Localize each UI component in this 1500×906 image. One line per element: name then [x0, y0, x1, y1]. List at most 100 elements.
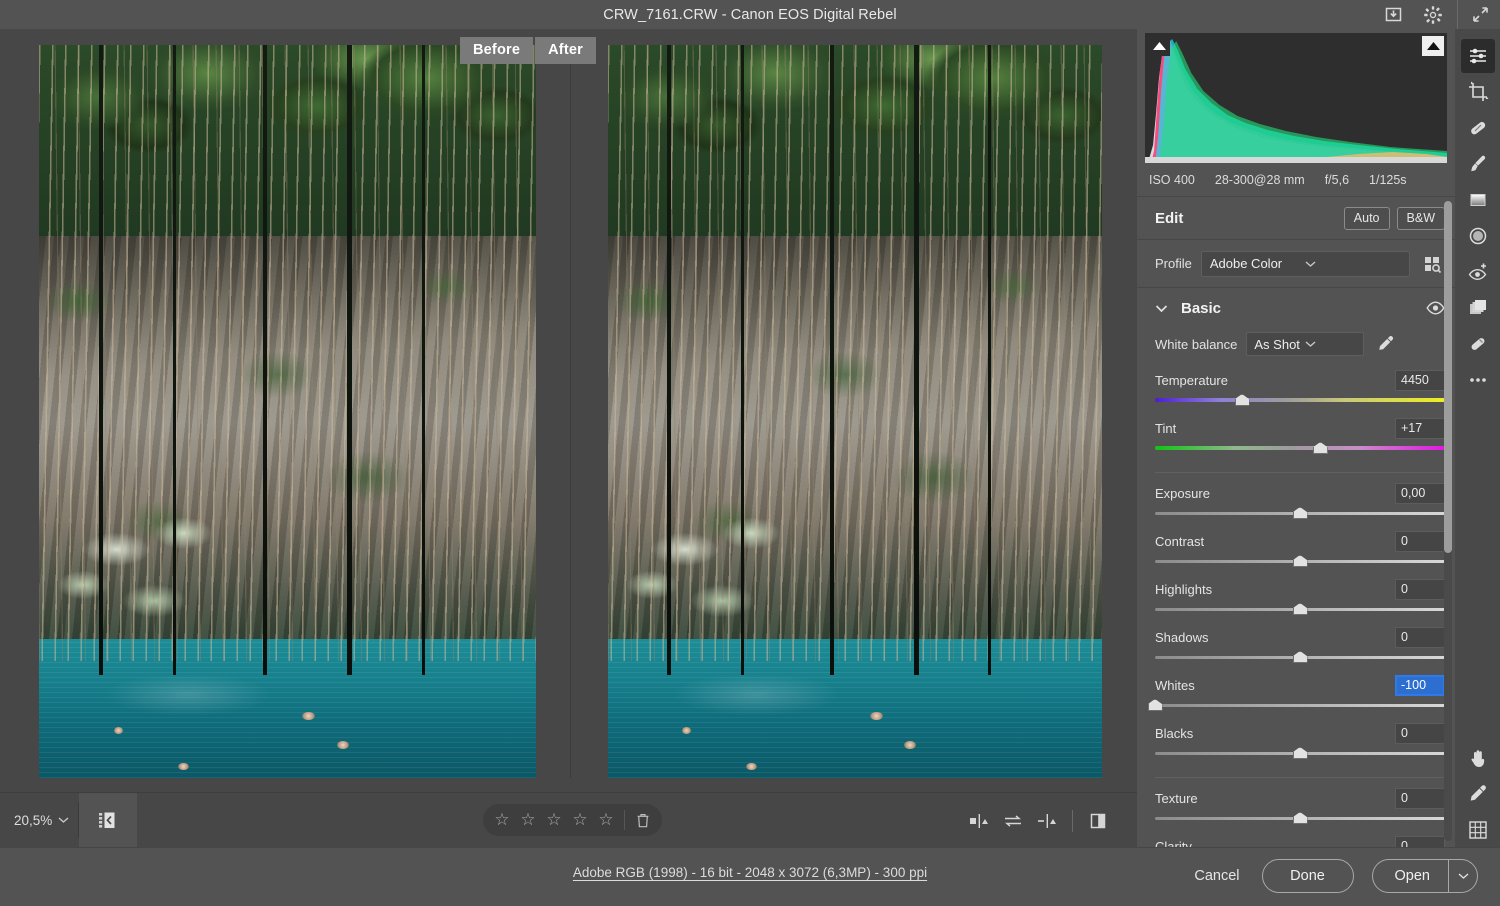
slider-handle[interactable]: [1293, 747, 1308, 759]
slider-value[interactable]: +17: [1395, 418, 1445, 439]
more-options-icon[interactable]: [1461, 363, 1495, 397]
slider-track[interactable]: [1155, 810, 1445, 826]
star-rating-4[interactable]: ☆: [567, 810, 593, 830]
edit-panel-header: Edit Auto B&W: [1137, 197, 1455, 240]
toolbar-divider: [1072, 810, 1073, 832]
star-rating-1[interactable]: ☆: [489, 810, 515, 830]
slider-handle[interactable]: [1313, 442, 1328, 454]
slider-handle[interactable]: [1293, 507, 1308, 519]
after-label: After: [535, 37, 596, 64]
slider-value[interactable]: 0: [1395, 531, 1445, 552]
open-button-group[interactable]: Open: [1372, 859, 1478, 893]
image-canvas[interactable]: Before After: [0, 29, 1137, 792]
slider-label: Exposure: [1155, 486, 1395, 501]
eye-icon[interactable]: [1426, 301, 1445, 315]
white-balance-value: As Shot: [1254, 337, 1305, 352]
wb-sliders: Temperature 4450 Tint +17: [1155, 369, 1445, 456]
chevron-down-icon[interactable]: [1449, 860, 1477, 892]
red-eye-icon[interactable]: [1461, 255, 1495, 289]
slider-track[interactable]: [1155, 745, 1445, 761]
slider-handle[interactable]: [1293, 812, 1308, 824]
slider-value[interactable]: 0: [1395, 836, 1445, 848]
presets-icon[interactable]: [1461, 327, 1495, 361]
exif-shutter: 1/125s: [1369, 173, 1407, 187]
title-bar: CRW_7161.CRW - Canon EOS Digital Rebel: [0, 0, 1500, 29]
before-image[interactable]: [39, 45, 536, 778]
bw-button[interactable]: B&W: [1397, 207, 1445, 230]
slider-value[interactable]: 0: [1395, 723, 1445, 744]
slider-exposure: Exposure 0,00: [1155, 482, 1445, 521]
slider-handle[interactable]: [1148, 699, 1163, 711]
tone-sliders: Exposure 0,00 Contrast 0: [1155, 482, 1445, 761]
slider-gradient-bar: [1155, 398, 1445, 402]
star-rating-2[interactable]: ☆: [515, 810, 541, 830]
cancel-button[interactable]: Cancel: [1190, 862, 1243, 890]
filmstrip-toggle-icon[interactable]: [79, 793, 137, 848]
star-rating-5[interactable]: ☆: [593, 810, 619, 830]
slider-track[interactable]: [1155, 553, 1445, 569]
slider-track[interactable]: [1155, 392, 1445, 408]
hand-tool-icon[interactable]: [1461, 741, 1495, 775]
chevron-down-icon[interactable]: [1155, 304, 1168, 313]
slider-track[interactable]: [1155, 697, 1445, 713]
fullscreen-icon[interactable]: [1460, 0, 1500, 29]
slider-handle[interactable]: [1235, 394, 1250, 406]
grid-overlay-icon[interactable]: [1461, 813, 1495, 847]
panel-scrollbar-thumb[interactable]: [1444, 201, 1452, 553]
eyedropper-icon[interactable]: [1373, 331, 1399, 357]
slider-track[interactable]: [1155, 601, 1445, 617]
profile-browser-grid-icon[interactable]: [1419, 251, 1445, 277]
snapshots-icon[interactable]: [1461, 291, 1495, 325]
masking-brush-icon[interactable]: [1461, 147, 1495, 181]
crop-icon[interactable]: [1461, 75, 1495, 109]
slider-value[interactable]: 4450: [1395, 370, 1445, 391]
edit-sliders-icon[interactable]: [1461, 39, 1495, 73]
panel-scrollbar[interactable]: [1444, 201, 1452, 841]
slider-label: Contrast: [1155, 534, 1395, 549]
open-button[interactable]: Open: [1373, 860, 1448, 892]
zoom-level-control[interactable]: 20,5%: [0, 813, 78, 828]
before-after-divider: [570, 45, 571, 778]
before-after-split-icon[interactable]: [1030, 793, 1064, 848]
slider-value[interactable]: 0: [1395, 579, 1445, 600]
histogram[interactable]: [1145, 33, 1447, 163]
eyedropper-tool-icon[interactable]: [1461, 777, 1495, 811]
presence-sliders: Texture 0 Clarity 0: [1155, 787, 1445, 847]
profile-select[interactable]: Adobe Color: [1201, 251, 1410, 277]
slider-value[interactable]: -100: [1395, 675, 1445, 696]
radial-filter-icon[interactable]: [1461, 219, 1495, 253]
slider-value[interactable]: 0,00: [1395, 483, 1445, 504]
gear-icon[interactable]: [1413, 0, 1453, 29]
after-image[interactable]: [608, 45, 1102, 778]
spot-removal-icon[interactable]: [1461, 111, 1495, 145]
image-info-link[interactable]: Adobe RGB (1998) - 16 bit - 2048 x 3072 …: [573, 865, 927, 880]
slider-track[interactable]: [1155, 440, 1445, 456]
shadow-clipping-triangle[interactable]: [1148, 36, 1170, 56]
swap-before-after-icon[interactable]: [996, 793, 1030, 848]
highlight-clipping-triangle[interactable]: [1422, 36, 1444, 56]
white-balance-select[interactable]: As Shot: [1246, 332, 1364, 356]
slider-tint: Tint +17: [1155, 417, 1445, 456]
done-button[interactable]: Done: [1262, 859, 1354, 893]
slider-handle[interactable]: [1293, 651, 1308, 663]
slider-handle[interactable]: [1293, 555, 1308, 567]
slider-track[interactable]: [1155, 649, 1445, 665]
auto-button[interactable]: Auto: [1344, 207, 1390, 230]
single-view-icon[interactable]: [1081, 793, 1115, 848]
exif-lens: 28-300@28 mm: [1215, 173, 1305, 187]
pill-divider: [624, 810, 625, 830]
star-rating-3[interactable]: ☆: [541, 810, 567, 830]
graduated-filter-icon[interactable]: [1461, 183, 1495, 217]
slider-track[interactable]: [1155, 505, 1445, 521]
trash-icon[interactable]: [630, 812, 656, 829]
slider-value[interactable]: 0: [1395, 788, 1445, 809]
slider-highlights: Highlights 0: [1155, 578, 1445, 617]
save-to-disk-icon[interactable]: [1373, 0, 1413, 29]
slider-whites: Whites -100: [1155, 674, 1445, 713]
basic-section-header[interactable]: Basic: [1155, 288, 1445, 328]
slider-label: Temperature: [1155, 373, 1395, 388]
slider-handle[interactable]: [1293, 603, 1308, 615]
slider-gradient-bar: [1155, 446, 1445, 450]
before-after-left-right-icon[interactable]: [962, 793, 996, 848]
slider-value[interactable]: 0: [1395, 627, 1445, 648]
